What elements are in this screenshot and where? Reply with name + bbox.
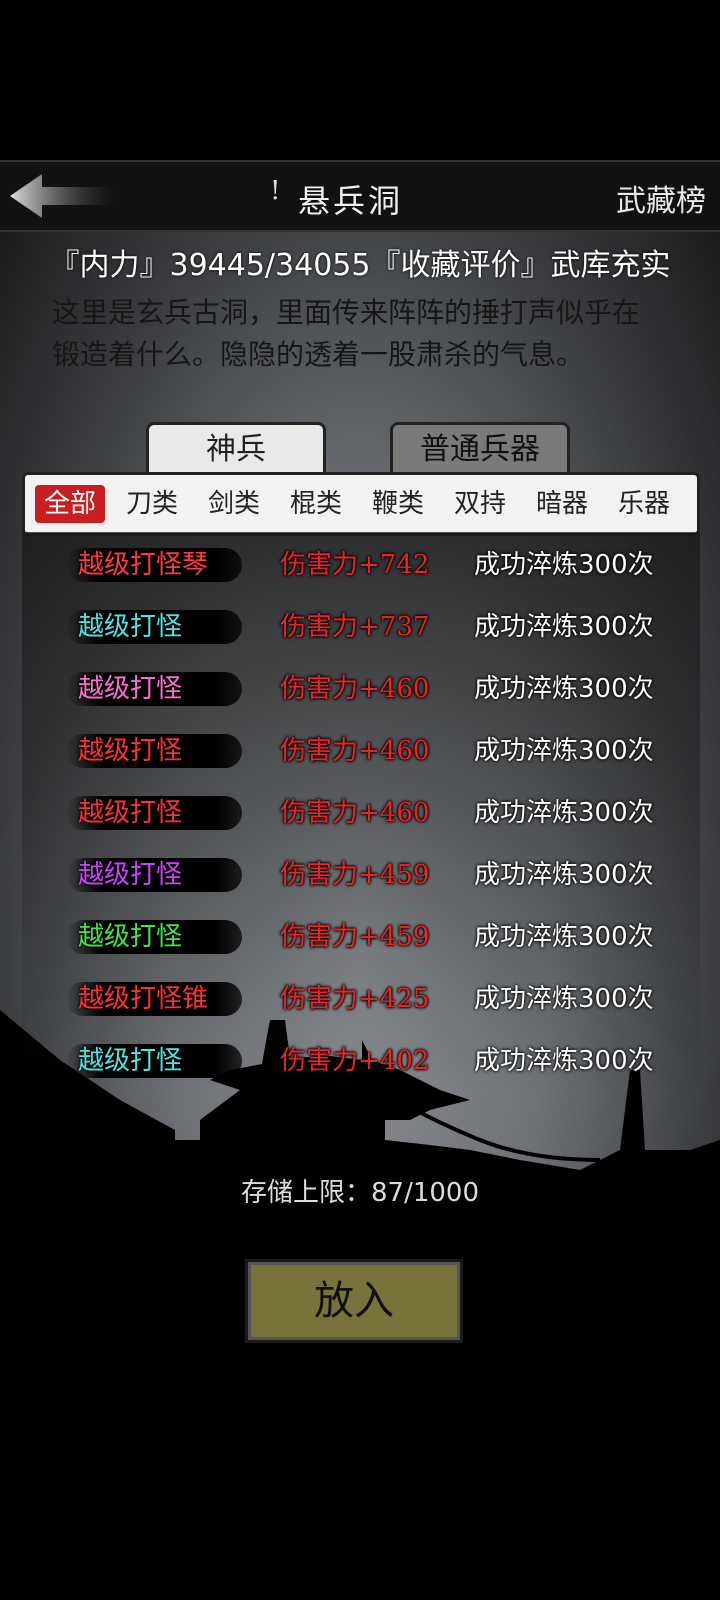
weapon-damage: 伤害力+402 xyxy=(280,1046,430,1076)
filter-staff[interactable]: 棍类 xyxy=(281,485,351,523)
stats-line: 『内力』39445/34055『收藏评价』武库充实 xyxy=(49,248,671,283)
weapon-name: 越级打怪琴 xyxy=(78,550,209,580)
weapon-name: 越级打怪 xyxy=(78,612,183,642)
tab-divine-weapons[interactable]: 神兵 xyxy=(146,422,326,475)
weapon-row[interactable]: 越级打怪 伤害力+459 成功淬炼300次 xyxy=(22,846,700,908)
weapon-name: 越级打怪锥 xyxy=(78,984,209,1014)
put-in-button[interactable]: 放入 xyxy=(245,1259,463,1343)
weapon-refine-count: 成功淬炼300次 xyxy=(474,984,654,1014)
filter-dual[interactable]: 双持 xyxy=(445,485,515,523)
weapon-row[interactable]: 越级打怪 伤害力+460 成功淬炼300次 xyxy=(22,660,700,722)
weapon-row[interactable]: 越级打怪锥 伤害力+425 成功淬炼300次 xyxy=(22,970,700,1032)
weapon-damage: 伤害力+742 xyxy=(280,550,430,580)
weapon-name: 越级打怪 xyxy=(78,674,183,704)
weapon-name: 越级打怪 xyxy=(78,860,183,890)
storage-limit: 存储上限：87/1000 xyxy=(240,1178,479,1208)
weapon-refine-count: 成功淬炼300次 xyxy=(474,674,654,704)
filter-whip[interactable]: 鞭类 xyxy=(363,485,433,523)
weapon-refine-count: 成功淬炼300次 xyxy=(474,550,654,580)
back-button[interactable] xyxy=(8,170,118,222)
top-bar: ! 悬兵洞 武藏榜 xyxy=(0,160,720,232)
weapon-name: 越级打怪 xyxy=(78,1046,183,1076)
weapon-row[interactable]: 越级打怪 伤害力+402 成功淬炼300次 xyxy=(22,1032,700,1094)
back-arrow-icon xyxy=(10,174,114,218)
title-mark: ! xyxy=(270,176,281,206)
weapon-damage: 伤害力+460 xyxy=(280,798,430,828)
weapon-name: 越级打怪 xyxy=(78,922,183,952)
weapon-damage: 伤害力+460 xyxy=(280,674,430,704)
weapon-damage: 伤害力+459 xyxy=(280,860,430,890)
weapon-name: 越级打怪 xyxy=(78,736,183,766)
filter-instrument[interactable]: 乐器 xyxy=(609,485,679,523)
location-description: 这里是玄兵古洞，里面传来阵阵的捶打声似乎在锻造着什么。隐隐的透着一股肃杀的气息。 xyxy=(52,296,641,371)
filter-all[interactable]: 全部 xyxy=(35,485,105,523)
weapon-refine-count: 成功淬炼300次 xyxy=(474,922,654,952)
weapon-damage: 伤害力+737 xyxy=(280,612,430,642)
category-filter-bar: 全部 刀类 剑类 棍类 鞭类 双持 暗器 乐器 xyxy=(22,472,700,536)
weapon-refine-count: 成功淬炼300次 xyxy=(474,860,654,890)
weapon-row[interactable]: 越级打怪 伤害力+460 成功淬炼300次 xyxy=(22,784,700,846)
weapon-row[interactable]: 越级打怪 伤害力+460 成功淬炼300次 xyxy=(22,722,700,784)
title-area: ! 悬兵洞 xyxy=(270,174,450,220)
filter-blade[interactable]: 刀类 xyxy=(117,485,187,523)
weapon-row[interactable]: 越级打怪琴 伤害力+742 成功淬炼300次 xyxy=(22,536,700,598)
weapon-row[interactable]: 越级打怪 伤害力+459 成功淬炼300次 xyxy=(22,908,700,970)
weapon-refine-count: 成功淬炼300次 xyxy=(474,612,654,642)
weapon-name: 越级打怪 xyxy=(78,798,183,828)
tab-normal-weapons[interactable]: 普通兵器 xyxy=(390,422,570,475)
filter-hidden-weapon[interactable]: 暗器 xyxy=(527,485,597,523)
weapon-refine-count: 成功淬炼300次 xyxy=(474,798,654,828)
weapon-damage: 伤害力+425 xyxy=(280,984,430,1014)
weapon-damage: 伤害力+460 xyxy=(280,736,430,766)
page-title: 悬兵洞 xyxy=(298,182,404,220)
weapon-row[interactable]: 越级打怪 伤害力+737 成功淬炼300次 xyxy=(22,598,700,660)
ranking-button[interactable]: 武藏榜 xyxy=(616,176,706,220)
weapon-refine-count: 成功淬炼300次 xyxy=(474,1046,654,1076)
weapon-damage: 伤害力+459 xyxy=(280,922,430,952)
weapon-list: 越级打怪琴 伤害力+742 成功淬炼300次 越级打怪 伤害力+737 成功淬炼… xyxy=(22,532,700,1092)
filter-sword[interactable]: 剑类 xyxy=(199,485,269,523)
weapon-refine-count: 成功淬炼300次 xyxy=(474,736,654,766)
